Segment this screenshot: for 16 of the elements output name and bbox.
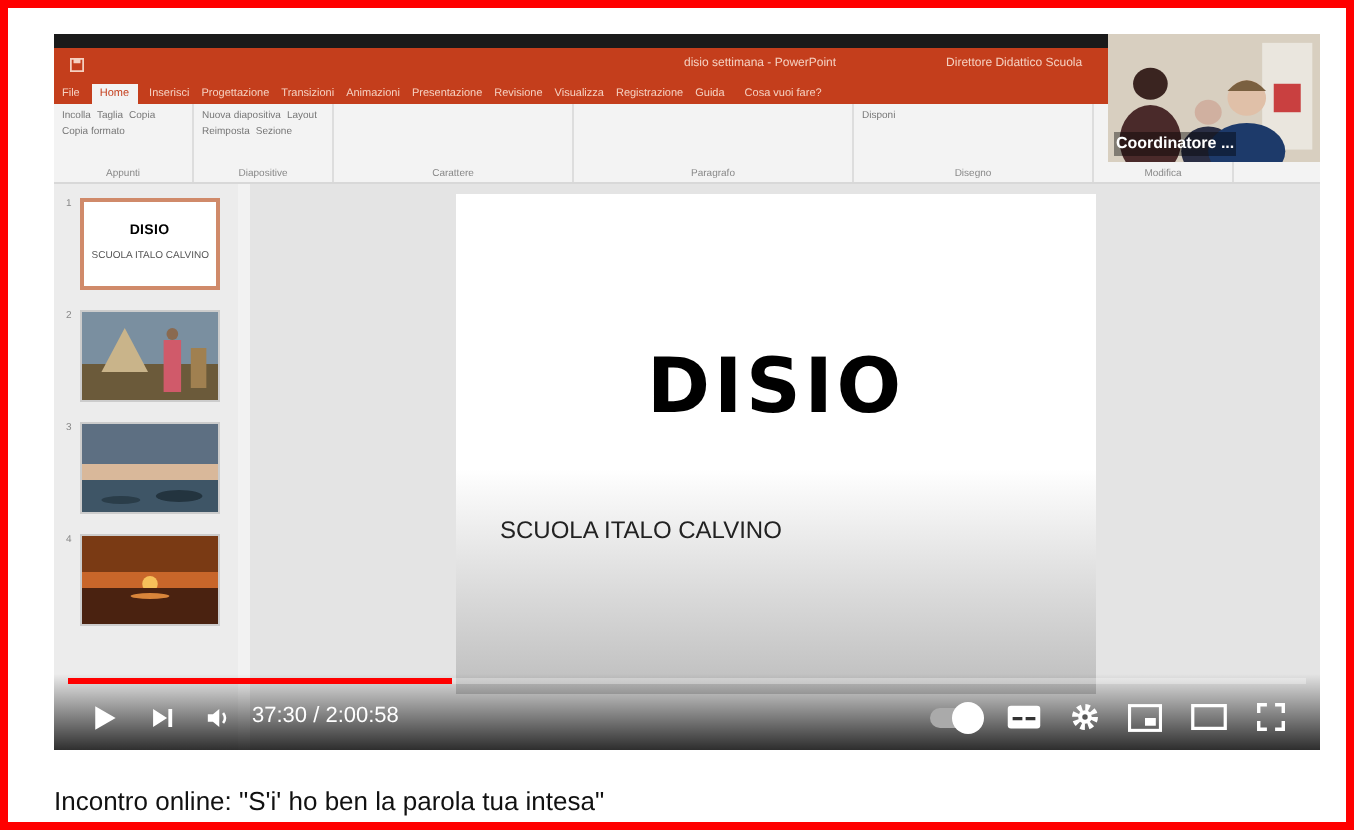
slide-title: DISIO <box>647 340 905 434</box>
participant-name: Coordinatore ... <box>1114 132 1237 156</box>
save-icon[interactable] <box>70 57 84 71</box>
time-display: 37:30 / 2:00:58 <box>252 702 399 733</box>
fullscreen-icon[interactable] <box>1256 702 1286 732</box>
autoplay-toggle[interactable] <box>930 707 978 727</box>
slide-subtitle: SCUOLA ITALO CALVINO <box>500 514 782 548</box>
next-icon[interactable] <box>148 703 176 731</box>
slide-thumbnail[interactable] <box>79 534 220 626</box>
video-title: Incontro online: "S'i' ho ben la parola tua intesa" <box>54 786 605 816</box>
slide-thumbnail[interactable] <box>79 310 220 402</box>
slide-thumbnail[interactable] <box>79 422 220 514</box>
settings-icon[interactable] <box>1070 702 1100 732</box>
video-player[interactable] <box>54 34 1320 750</box>
miniplayer-icon[interactable] <box>1128 703 1162 731</box>
theater-icon[interactable] <box>1190 704 1228 730</box>
